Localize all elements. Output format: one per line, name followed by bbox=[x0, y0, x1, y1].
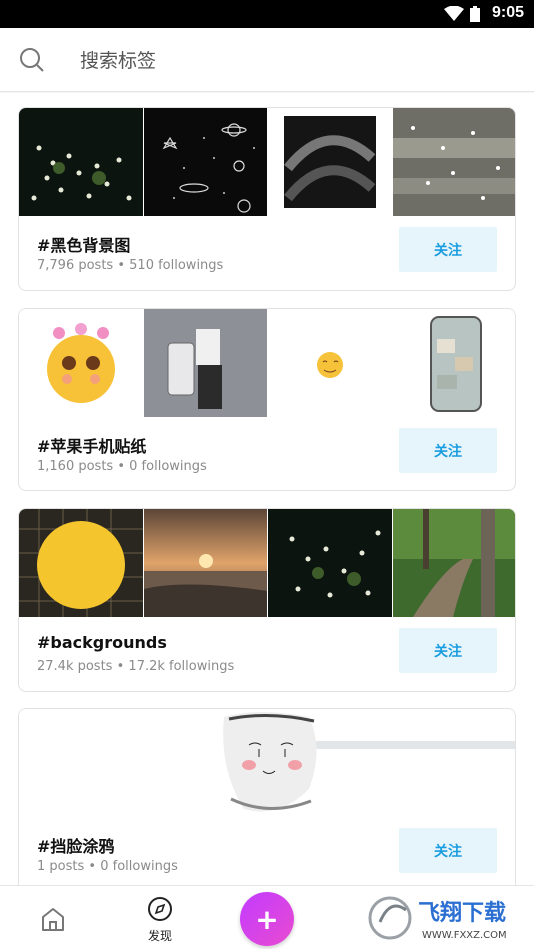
status-bar: 9:05 bbox=[0, 0, 534, 28]
clock: 9:05 bbox=[491, 4, 524, 21]
tag-thumbnail[interactable] bbox=[392, 509, 515, 617]
tag-thumbnail[interactable] bbox=[19, 309, 143, 417]
tag-thumbnail[interactable] bbox=[19, 709, 515, 817]
post-count: 1 posts bbox=[37, 859, 85, 874]
battery-icon bbox=[470, 6, 480, 22]
tag-title[interactable]: #backgrounds bbox=[37, 633, 167, 652]
tag-thumbnail[interactable] bbox=[143, 108, 267, 216]
svg-text:WWW.FXXZ.COM: WWW.FXXZ.COM bbox=[422, 930, 507, 941]
search-bar[interactable]: 搜索标签 bbox=[0, 28, 534, 92]
tag-thumbnail[interactable] bbox=[268, 509, 392, 617]
follow-button[interactable]: 关注 bbox=[399, 227, 497, 272]
tag-thumbnail[interactable] bbox=[268, 309, 392, 417]
tag-stats: 7,796 posts • 510 followings bbox=[37, 258, 223, 273]
tag-image-strip[interactable] bbox=[19, 309, 515, 417]
tag-image-strip[interactable] bbox=[19, 108, 515, 216]
home-icon[interactable] bbox=[38, 904, 68, 934]
tag-thumbnail[interactable] bbox=[392, 309, 515, 417]
compass-icon bbox=[148, 897, 172, 921]
following-count: 0 followings bbox=[129, 459, 207, 474]
tag-title[interactable]: #苹果手机贴纸 bbox=[37, 433, 146, 457]
tag-thumbnail[interactable] bbox=[392, 108, 515, 216]
bottom-nav: 发现 + 飞翔下载 WWW.FXXZ.COM bbox=[0, 885, 534, 949]
meta-separator: • bbox=[88, 859, 97, 874]
follow-button[interactable]: 关注 bbox=[399, 828, 497, 873]
follow-button[interactable]: 关注 bbox=[399, 628, 497, 673]
tag-stats: 1 posts • 0 followings bbox=[37, 859, 178, 874]
tag-stats: 27.4k posts • 17.2k followings bbox=[37, 659, 234, 674]
tag-title[interactable]: #挡脸涂鸦 bbox=[37, 833, 114, 857]
tag-image-strip[interactable] bbox=[19, 509, 515, 617]
following-count: 17.2k followings bbox=[128, 659, 235, 674]
following-count: 510 followings bbox=[129, 258, 224, 273]
meta-separator: • bbox=[116, 659, 125, 674]
tag-title[interactable]: #黑色背景图 bbox=[37, 232, 130, 256]
post-count: 1,160 posts bbox=[37, 459, 114, 474]
search-icon[interactable] bbox=[18, 46, 46, 74]
tag-thumbnail[interactable] bbox=[143, 309, 267, 417]
search-input[interactable]: 搜索标签 bbox=[80, 46, 156, 73]
tag-thumbnail[interactable] bbox=[19, 509, 143, 617]
wifi-icon bbox=[444, 6, 464, 21]
tag-stats: 1,160 posts • 0 followings bbox=[37, 459, 207, 474]
following-count: 0 followings bbox=[100, 859, 178, 874]
tag-thumbnail[interactable] bbox=[268, 108, 392, 216]
tag-card[interactable]: #挡脸涂鸦 1 posts • 0 followings 关注 bbox=[18, 708, 516, 885]
post-count: 27.4k posts bbox=[37, 659, 113, 674]
tag-thumbnail[interactable] bbox=[143, 509, 267, 617]
create-post-button[interactable]: + bbox=[240, 892, 294, 946]
tag-feed[interactable]: #黑色背景图 7,796 posts • 510 followings 关注 #… bbox=[0, 93, 534, 885]
svg-text:飞翔下载: 飞翔下载 bbox=[418, 900, 506, 926]
nav-discover-label: 发现 bbox=[147, 929, 172, 943]
watermark-logo: 飞翔下载 WWW.FXXZ.COM bbox=[366, 888, 526, 946]
meta-separator: • bbox=[117, 459, 126, 474]
tag-thumbnail[interactable] bbox=[19, 108, 143, 216]
tag-card[interactable]: #backgrounds 27.4k posts • 17.2k followi… bbox=[18, 508, 516, 692]
meta-separator: • bbox=[117, 258, 126, 273]
follow-button[interactable]: 关注 bbox=[399, 428, 497, 473]
post-count: 7,796 posts bbox=[37, 258, 114, 273]
nav-discover[interactable]: 发现 bbox=[140, 896, 180, 946]
tag-image-strip[interactable] bbox=[19, 709, 515, 817]
tag-card[interactable]: #苹果手机贴纸 1,160 posts • 0 followings 关注 bbox=[18, 308, 516, 491]
tag-card[interactable]: #黑色背景图 7,796 posts • 510 followings 关注 bbox=[18, 107, 516, 291]
